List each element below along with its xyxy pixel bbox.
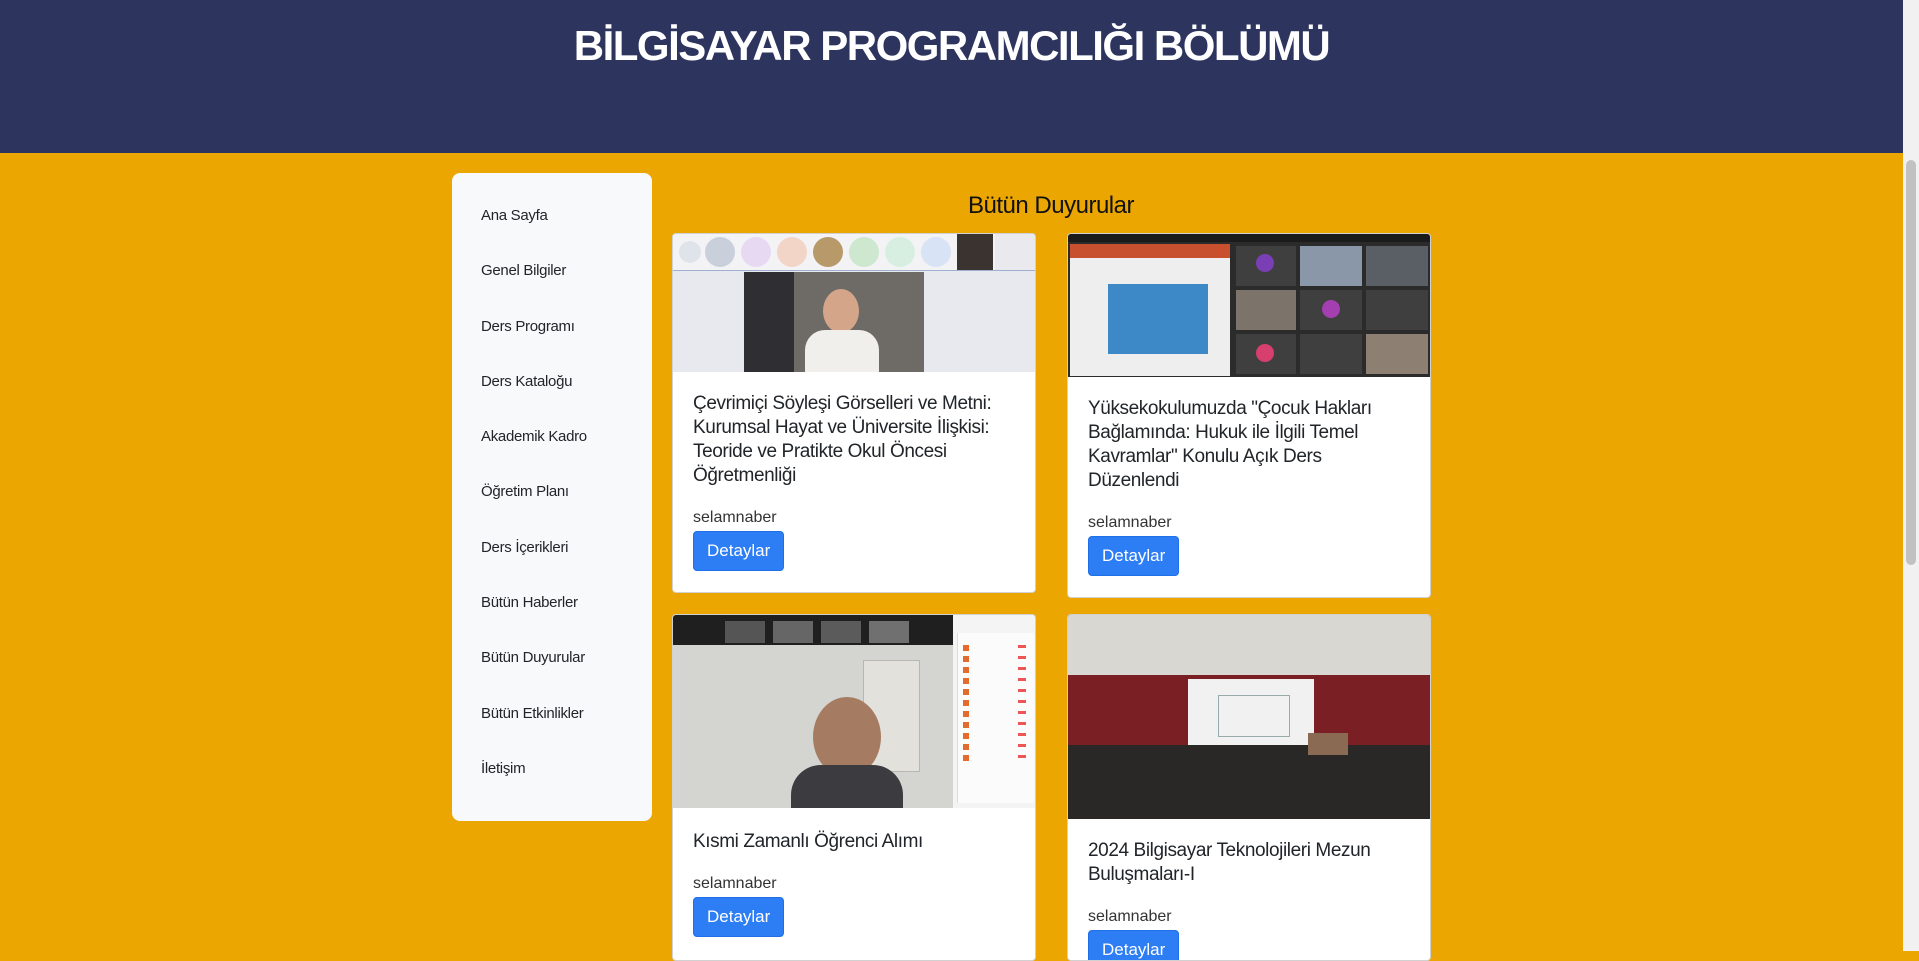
sidebar-item-course-contents[interactable]: Ders İçerikleri [452,531,652,586]
sidebar-item-label[interactable]: Bütün Etkinlikler [452,697,652,731]
page-header: BİLGİSAYAR PROGRAMCILIĞI BÖLÜMÜ [0,0,1903,153]
card-author: selamnaber [693,875,777,892]
sidebar-item-all-events[interactable]: Bütün Etkinlikler [452,697,652,752]
card-image[interactable] [1068,615,1430,819]
section-title: Bütün Duyurular [968,192,1134,219]
sidebar-item-label[interactable]: Bütün Duyurular [452,641,652,675]
card-title[interactable]: 2024 Bilgisayar Teknolojileri Mezun Bulu… [1088,839,1410,887]
sidebar-item-all-news[interactable]: Bütün Haberler [452,586,652,641]
sidebar-item-label[interactable]: Bütün Haberler [452,586,652,620]
sidebar-item-contact[interactable]: İletişim [452,752,652,807]
card-author: selamnaber [1088,908,1172,925]
announcement-card: Yüksekokulumuzda "Çocuk Hakları Bağlamın… [1067,233,1431,598]
announcement-card: Kısmi Zamanlı Öğrenci Alımı selamnaber D… [672,614,1036,961]
sidebar-item-label[interactable]: Ders İçerikleri [452,531,652,565]
sidebar-item-label[interactable]: İletişim [452,752,652,786]
sidebar-item-label[interactable]: Ana Sayfa [452,199,652,233]
vertical-scrollbar[interactable] [1903,0,1919,951]
sidebar-item-academic-staff[interactable]: Akademik Kadro [452,420,652,475]
sidebar-item-label[interactable]: Akademik Kadro [452,420,652,454]
sidebar-item-course-schedule[interactable]: Ders Programı [452,310,652,365]
announcement-card: 2024 Bilgisayar Teknolojileri Mezun Bulu… [1067,614,1431,961]
sidebar-item-label[interactable]: Ders Kataloğu [452,365,652,399]
announcement-card: Çevrimiçi Söyleşi Görselleri ve Metni: K… [672,233,1036,593]
card-author: selamnaber [693,509,777,526]
department-title: BİLGİSAYAR PROGRAMCILIĞI BÖLÜMÜ [573,22,1331,69]
details-button[interactable]: Detaylar [693,897,785,937]
details-button[interactable]: Detaylar [693,531,785,571]
card-image[interactable] [673,615,1035,808]
card-image[interactable] [1068,234,1430,377]
card-image[interactable] [673,234,1035,372]
scrollbar-thumb[interactable] [1906,160,1916,565]
card-title[interactable]: Yüksekokulumuzda "Çocuk Hakları Bağlamın… [1088,397,1410,493]
card-title[interactable]: Kısmi Zamanlı Öğrenci Alımı [693,830,1015,854]
sidebar-item-label[interactable]: Ders Programı [452,310,652,344]
sidebar-item-home[interactable]: Ana Sayfa [452,199,652,254]
sidebar: Ana Sayfa Genel Bilgiler Ders Programı D… [452,173,652,821]
sidebar-item-label[interactable]: Genel Bilgiler [452,254,652,288]
sidebar-item-general-info[interactable]: Genel Bilgiler [452,254,652,309]
card-title[interactable]: Çevrimiçi Söyleşi Görselleri ve Metni: K… [693,392,1015,488]
sidebar-item-course-catalog[interactable]: Ders Kataloğu [452,365,652,420]
sidebar-item-curriculum[interactable]: Öğretim Planı [452,475,652,530]
details-button[interactable]: Detaylar [1088,536,1180,576]
card-author: selamnaber [1088,514,1172,531]
details-button[interactable]: Detaylar [1088,930,1180,960]
sidebar-item-all-announcements[interactable]: Bütün Duyurular [452,641,652,696]
sidebar-item-label[interactable]: Öğretim Planı [452,475,652,509]
